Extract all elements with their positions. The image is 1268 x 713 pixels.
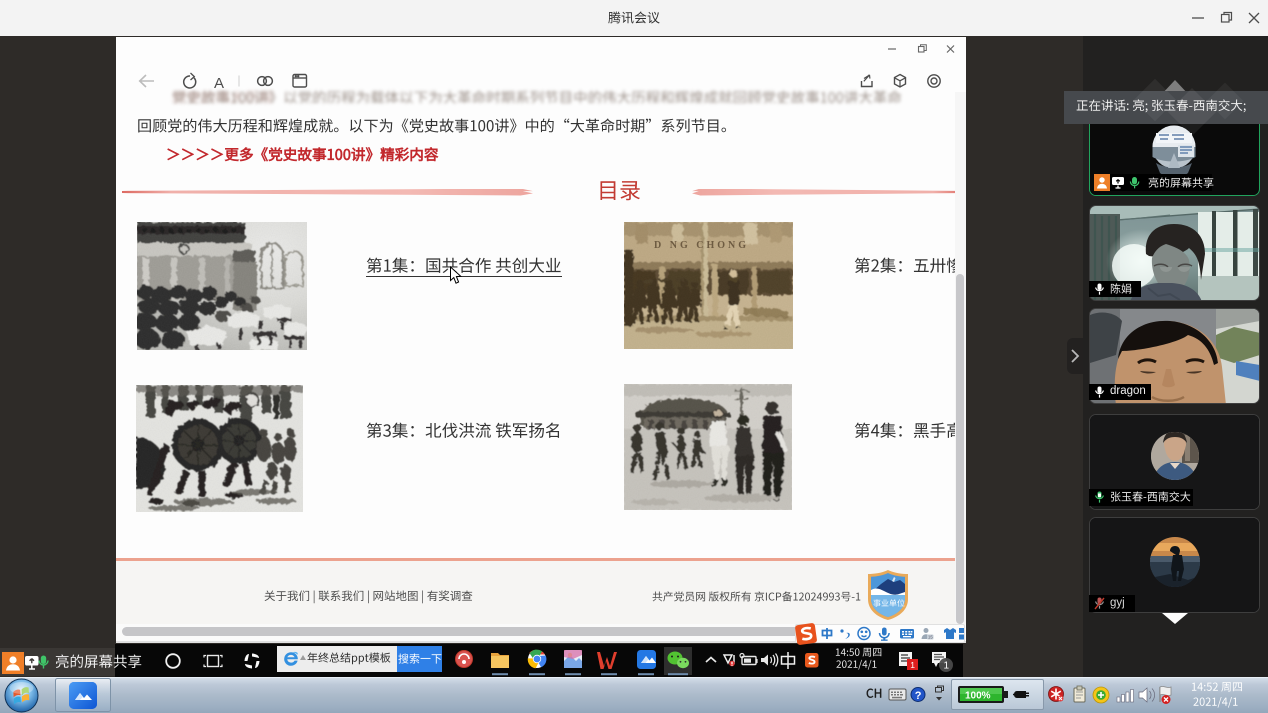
svg-text:100%: 100% [965,691,991,702]
svg-text:15: 15 [928,635,933,640]
svg-text:1: 1 [944,661,950,672]
svg-text:1: 1 [910,660,915,670]
svg-text:?: ? [915,690,922,702]
